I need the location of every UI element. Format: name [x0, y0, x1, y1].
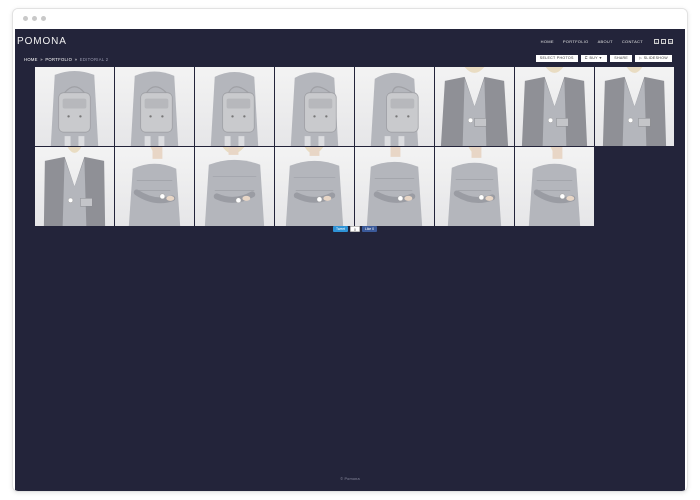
browser-window: POMONA HOME PORTFOLIO ABOUT CONTACT p t …: [12, 8, 688, 492]
share-label: SHARE: [614, 56, 629, 60]
breadcrumb-separator: »: [40, 57, 43, 62]
breadcrumb-home[interactable]: HOME: [24, 57, 38, 62]
nav-contact[interactable]: CONTACT: [622, 39, 643, 44]
gallery-photo-7[interactable]: [515, 67, 594, 146]
site-page: POMONA HOME PORTFOLIO ABOUT CONTACT p t …: [15, 29, 685, 491]
facebook-like-button[interactable]: Like 0: [361, 226, 377, 232]
select-photos-label: SELECT PHOTOS: [539, 56, 574, 60]
breadcrumb-separator: »: [74, 57, 78, 62]
gallery-photo-12[interactable]: [275, 147, 354, 226]
gallery-photo-2[interactable]: [115, 67, 194, 146]
site-logo[interactable]: POMONA: [17, 36, 67, 47]
gallery-photo-9[interactable]: [35, 147, 114, 226]
heart-icon: ♥: [599, 56, 602, 60]
gallery-photo-8[interactable]: [595, 67, 674, 146]
pinterest-icon[interactable]: p: [654, 39, 659, 44]
main-nav: HOME PORTFOLIO ABOUT CONTACT p t ◘: [541, 39, 673, 44]
nav-portfolio[interactable]: PORTFOLIO: [563, 39, 589, 44]
gallery-photo-1[interactable]: [35, 67, 114, 146]
gallery-photo-3[interactable]: [195, 67, 274, 146]
share-button[interactable]: SHARE: [610, 55, 633, 62]
play-icon: ▷: [639, 56, 643, 60]
breadcrumb: HOME » PORTFOLIO » EDITORIAL 2: [24, 57, 108, 62]
instagram-icon[interactable]: ◘: [668, 39, 673, 44]
browser-chrome: [13, 9, 687, 29]
gallery-toolbar: SELECT PHOTOS ⊏ BUY ♥ SHARE ▷ SLIDESHOW: [535, 55, 672, 62]
gallery-photo-5[interactable]: [355, 67, 434, 146]
gallery-photo-4[interactable]: [275, 67, 354, 146]
cart-icon: ⊏: [584, 56, 589, 60]
tweet-count: 0: [350, 226, 360, 232]
select-photos-button[interactable]: SELECT PHOTOS: [535, 55, 578, 62]
gallery-photo-11[interactable]: [195, 147, 274, 226]
window-maximize-dot[interactable]: [41, 16, 46, 21]
twitter-icon[interactable]: t: [661, 39, 666, 44]
gallery-photo-6[interactable]: [435, 67, 514, 146]
breadcrumb-current: EDITORIAL 2: [79, 57, 109, 62]
gallery-photo-10[interactable]: [115, 147, 194, 226]
window-minimize-dot[interactable]: [32, 16, 37, 21]
breadcrumb-portfolio[interactable]: PORTFOLIO: [45, 57, 72, 62]
social-links: p t ◘: [654, 39, 673, 44]
tweet-button[interactable]: Tweet: [333, 226, 349, 232]
slideshow-label: SLIDESHOW: [643, 56, 668, 60]
buy-label: BUY: [589, 56, 598, 60]
nav-home[interactable]: HOME: [541, 39, 554, 44]
gallery-photo-14[interactable]: [435, 147, 514, 226]
social-share-bar: Tweet 0 Like 0: [333, 226, 377, 232]
window-close-dot[interactable]: [23, 16, 28, 21]
gallery-photo-15[interactable]: [515, 147, 594, 226]
site-footer: © Pomona: [340, 477, 360, 481]
gallery-photo-13[interactable]: [355, 147, 434, 226]
photo-gallery: [35, 67, 674, 226]
buy-button[interactable]: ⊏ BUY ♥: [580, 55, 608, 62]
slideshow-button[interactable]: ▷ SLIDESHOW: [635, 55, 672, 62]
nav-about[interactable]: ABOUT: [598, 39, 613, 44]
